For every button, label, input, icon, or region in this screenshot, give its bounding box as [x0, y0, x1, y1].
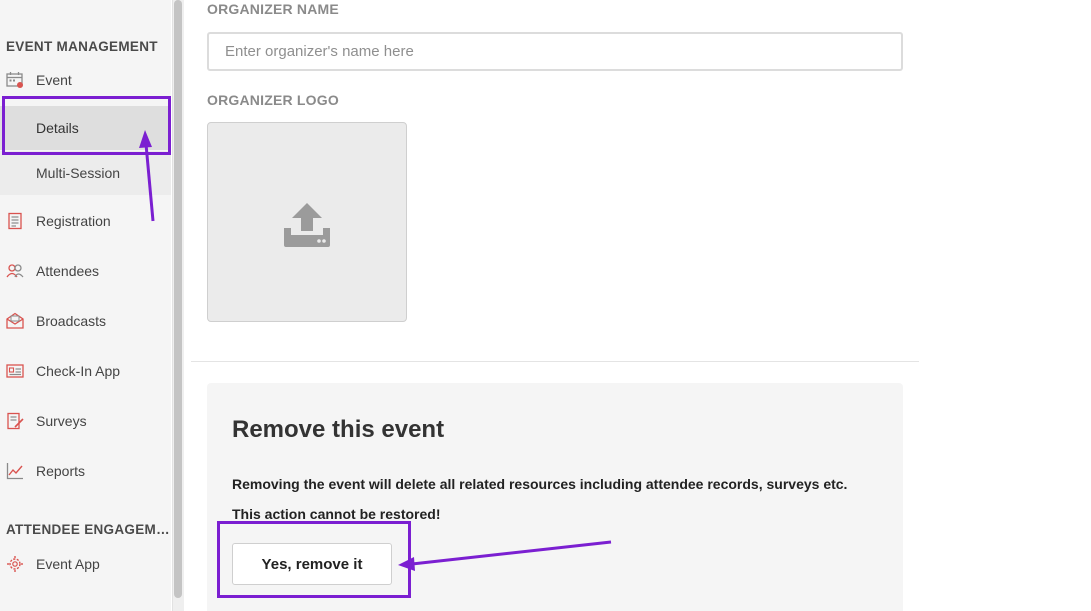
annotation-arrow-details	[139, 130, 155, 222]
annotation-arrow-remove-button	[398, 540, 612, 571]
annotation-arrows	[139, 130, 612, 571]
